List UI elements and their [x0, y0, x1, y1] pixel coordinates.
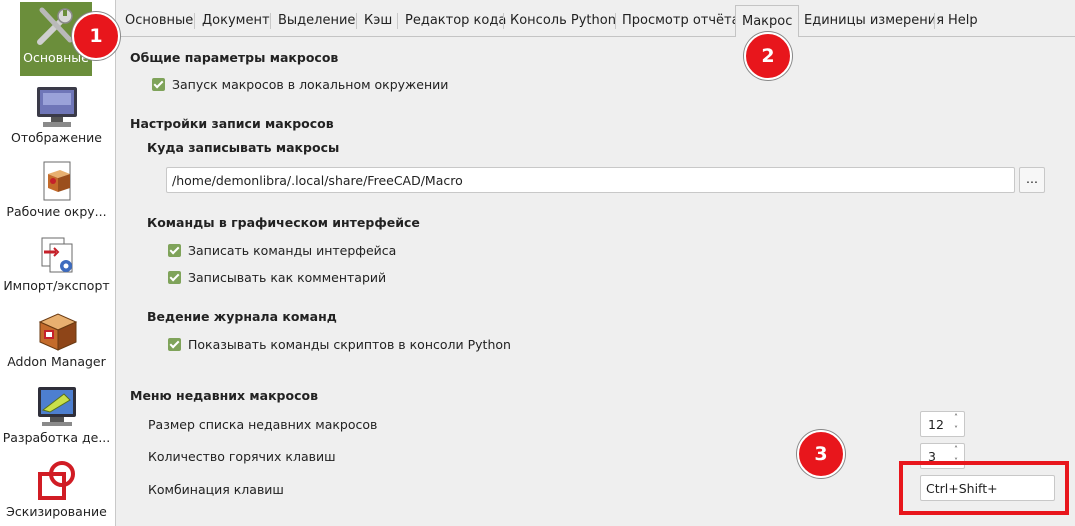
general-heading: Общие параметры макросов	[130, 50, 339, 65]
run-local-checkbox[interactable]	[152, 78, 165, 91]
tab-code-editor[interactable]: Редактор кода	[405, 10, 506, 32]
record-comment-label: Записывать как комментарий	[188, 270, 387, 285]
tab-bar: Основные Документ Выделение Кэш Редактор…	[117, 0, 1075, 37]
show-script-commands-checkbox[interactable]	[168, 338, 181, 351]
category-workbenches[interactable]: Рабочие окру...	[2, 158, 111, 219]
tab-units[interactable]: Единицы измерения	[804, 10, 944, 32]
macro-path-input[interactable]: /home/demonlibra/.local/share/FreeCAD/Ma…	[166, 167, 1015, 193]
import-export-icon	[2, 232, 111, 278]
recent-macros-heading: Меню недавних макросов	[130, 388, 319, 403]
category-addon-manager[interactable]: Addon Manager	[2, 310, 111, 369]
gui-commands-heading: Команды в графическом интерфейсе	[147, 215, 420, 230]
step-badge-3: 3	[797, 430, 845, 478]
command-log-heading: Ведение журнала команд	[147, 309, 337, 324]
path-heading: Куда записывать макросы	[147, 140, 340, 155]
category-label: Отображение	[10, 130, 102, 145]
category-label: Addon Manager	[7, 354, 106, 369]
sketcher-icon	[2, 458, 111, 504]
tab-document[interactable]: Документ	[202, 10, 270, 32]
tab-python-console[interactable]: Консоль Python	[510, 10, 616, 32]
category-label: Импорт/экспорт	[3, 278, 110, 293]
spin-down-icon[interactable]: ˅	[951, 426, 961, 434]
category-import-export[interactable]: Импорт/экспорт	[2, 232, 111, 293]
show-script-commands-label: Показывать команды скриптов в консоли Py…	[188, 337, 511, 352]
tab-help[interactable]: Help	[948, 10, 978, 32]
tab-selection[interactable]: Выделение	[278, 10, 355, 32]
spin-value: 12	[928, 417, 944, 432]
category-label: Эскизирование	[6, 504, 107, 519]
step-badge-1: 1	[72, 12, 120, 60]
recent-size-label: Размер списка недавних макросов	[148, 417, 378, 432]
step-badge-2: 2	[744, 32, 792, 80]
tab-report-view[interactable]: Просмотр отчёта	[622, 10, 740, 32]
record-comment-checkbox[interactable]	[168, 271, 181, 284]
category-label: Разработка де...	[2, 430, 111, 445]
category-label: Рабочие окру...	[6, 204, 107, 219]
workbench-box-icon	[2, 158, 111, 204]
category-list: Основные Отображение Рабочие окру... Имп…	[0, 0, 116, 526]
addon-box-icon	[2, 310, 111, 354]
category-part-design[interactable]: Разработка де...	[2, 384, 111, 445]
highlight-box	[899, 461, 1069, 515]
recording-heading: Настройки записи макросов	[130, 116, 334, 131]
browse-button[interactable]: ...	[1019, 167, 1045, 193]
record-gui-checkbox[interactable]	[168, 244, 181, 257]
recent-size-spinbox[interactable]: 12 ˄ ˅	[920, 411, 965, 437]
spin-up-icon[interactable]: ˄	[951, 414, 961, 422]
tab-cache[interactable]: Кэш	[364, 10, 392, 32]
shortcut-label: Комбинация клавиш	[148, 482, 284, 497]
hotkeys-count-label: Количество горячих клавиш	[148, 449, 336, 464]
run-local-label: Запуск макросов в локальном окружении	[172, 77, 449, 92]
category-display[interactable]: Отображение	[2, 84, 111, 145]
spin-up-icon[interactable]: ˄	[951, 446, 961, 454]
part-design-icon	[2, 384, 111, 430]
record-gui-label: Записать команды интерфейса	[188, 243, 397, 258]
monitor-icon	[2, 84, 111, 130]
category-sketcher[interactable]: Эскизирование	[2, 458, 111, 519]
tab-general[interactable]: Основные	[125, 10, 193, 32]
